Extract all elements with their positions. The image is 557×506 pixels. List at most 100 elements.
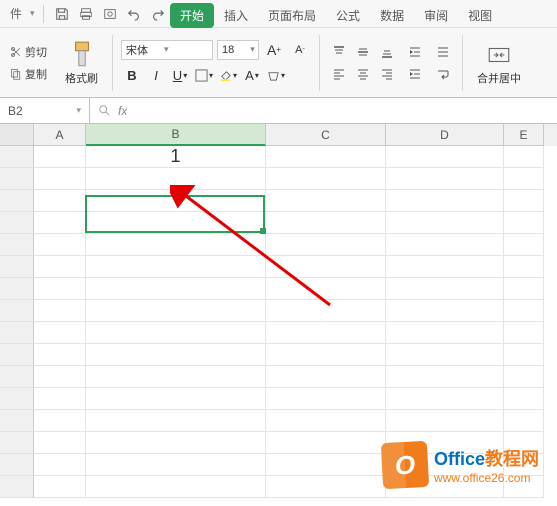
row-header[interactable]: [0, 410, 34, 432]
cell[interactable]: [386, 388, 504, 410]
cell[interactable]: [34, 190, 86, 212]
select-all-corner[interactable]: [0, 124, 34, 146]
row-header[interactable]: [0, 256, 34, 278]
cell[interactable]: [34, 366, 86, 388]
cell[interactable]: [504, 234, 544, 256]
cell[interactable]: [266, 278, 386, 300]
font-color-button[interactable]: A▾: [241, 65, 263, 87]
cell[interactable]: [386, 256, 504, 278]
cell[interactable]: [266, 432, 386, 454]
row-header[interactable]: [0, 454, 34, 476]
cell[interactable]: [386, 234, 504, 256]
cell[interactable]: [34, 454, 86, 476]
cell[interactable]: [266, 388, 386, 410]
cell[interactable]: [266, 322, 386, 344]
row-header[interactable]: [0, 190, 34, 212]
decrease-indent-button[interactable]: [404, 42, 426, 62]
cell[interactable]: [504, 322, 544, 344]
cell[interactable]: [34, 410, 86, 432]
row-header[interactable]: [0, 366, 34, 388]
font-size-select[interactable]: 18 ▾: [217, 40, 259, 60]
tab-insert[interactable]: 插入: [214, 3, 258, 28]
cell[interactable]: [504, 410, 544, 432]
row-header[interactable]: [0, 322, 34, 344]
col-header-D[interactable]: D: [386, 124, 504, 146]
cell[interactable]: [34, 300, 86, 322]
cell[interactable]: [504, 366, 544, 388]
cell[interactable]: [34, 432, 86, 454]
col-header-A[interactable]: A: [34, 124, 86, 146]
row-header[interactable]: [0, 168, 34, 190]
cell[interactable]: [504, 146, 544, 168]
cell[interactable]: [86, 454, 266, 476]
row-header[interactable]: [0, 432, 34, 454]
cell[interactable]: [34, 278, 86, 300]
cell[interactable]: [266, 344, 386, 366]
cell[interactable]: [266, 454, 386, 476]
cell-B2[interactable]: [86, 168, 266, 190]
cell[interactable]: [504, 168, 544, 190]
cell[interactable]: [86, 300, 266, 322]
col-header-C[interactable]: C: [266, 124, 386, 146]
cell[interactable]: [504, 300, 544, 322]
font-name-select[interactable]: 宋体 ▾: [121, 40, 213, 60]
formula-input-area[interactable]: fx: [90, 104, 557, 118]
cell[interactable]: [34, 476, 86, 498]
format-painter-button[interactable]: 格式刷: [59, 33, 104, 93]
cell[interactable]: [86, 212, 266, 234]
row-header[interactable]: [0, 300, 34, 322]
tab-start[interactable]: 开始: [170, 3, 214, 28]
italic-button[interactable]: I: [145, 65, 167, 87]
cell[interactable]: [386, 278, 504, 300]
name-box[interactable]: B2 ▾: [0, 98, 90, 123]
cell[interactable]: [266, 476, 386, 498]
row-header[interactable]: [0, 388, 34, 410]
cell[interactable]: [386, 322, 504, 344]
align-right-button[interactable]: [376, 64, 398, 84]
align-top-button[interactable]: [328, 42, 350, 62]
cell[interactable]: [266, 256, 386, 278]
cell[interactable]: [86, 432, 266, 454]
cell[interactable]: [504, 388, 544, 410]
cell[interactable]: [86, 388, 266, 410]
cell[interactable]: [34, 212, 86, 234]
border-button[interactable]: ▾: [193, 65, 215, 87]
row-header[interactable]: [0, 212, 34, 234]
cell[interactable]: [34, 234, 86, 256]
col-header-E[interactable]: E: [504, 124, 544, 146]
cell[interactable]: [266, 212, 386, 234]
underline-button[interactable]: U▾: [169, 65, 191, 87]
cell[interactable]: [86, 344, 266, 366]
row-header[interactable]: [0, 476, 34, 498]
cell[interactable]: [266, 190, 386, 212]
cell[interactable]: [86, 366, 266, 388]
cell[interactable]: [504, 256, 544, 278]
increase-font-button[interactable]: A+: [263, 39, 285, 61]
align-center-button[interactable]: [352, 64, 374, 84]
cell-B1[interactable]: 1: [86, 146, 266, 168]
row-header[interactable]: [0, 234, 34, 256]
cell[interactable]: [34, 168, 86, 190]
merge-center-button[interactable]: 合并居中: [471, 33, 527, 93]
decrease-font-button[interactable]: A-: [289, 39, 311, 61]
col-header-B[interactable]: B: [86, 124, 266, 146]
cell[interactable]: [266, 300, 386, 322]
cell[interactable]: [386, 344, 504, 366]
tab-view[interactable]: 视图: [458, 3, 502, 28]
cell[interactable]: [386, 168, 504, 190]
cell[interactable]: [266, 234, 386, 256]
cell[interactable]: [86, 256, 266, 278]
cell[interactable]: [504, 278, 544, 300]
cell[interactable]: [386, 212, 504, 234]
wrap-text-button[interactable]: [432, 64, 454, 84]
align-middle-button[interactable]: [352, 42, 374, 62]
bold-button[interactable]: B: [121, 65, 143, 87]
row-header[interactable]: [0, 146, 34, 168]
copy-button[interactable]: 复制: [6, 64, 51, 84]
tab-formula[interactable]: 公式: [326, 3, 370, 28]
cell[interactable]: [386, 366, 504, 388]
increase-indent-button[interactable]: [404, 64, 426, 84]
cell[interactable]: [386, 410, 504, 432]
cell[interactable]: [504, 212, 544, 234]
row-header[interactable]: [0, 278, 34, 300]
